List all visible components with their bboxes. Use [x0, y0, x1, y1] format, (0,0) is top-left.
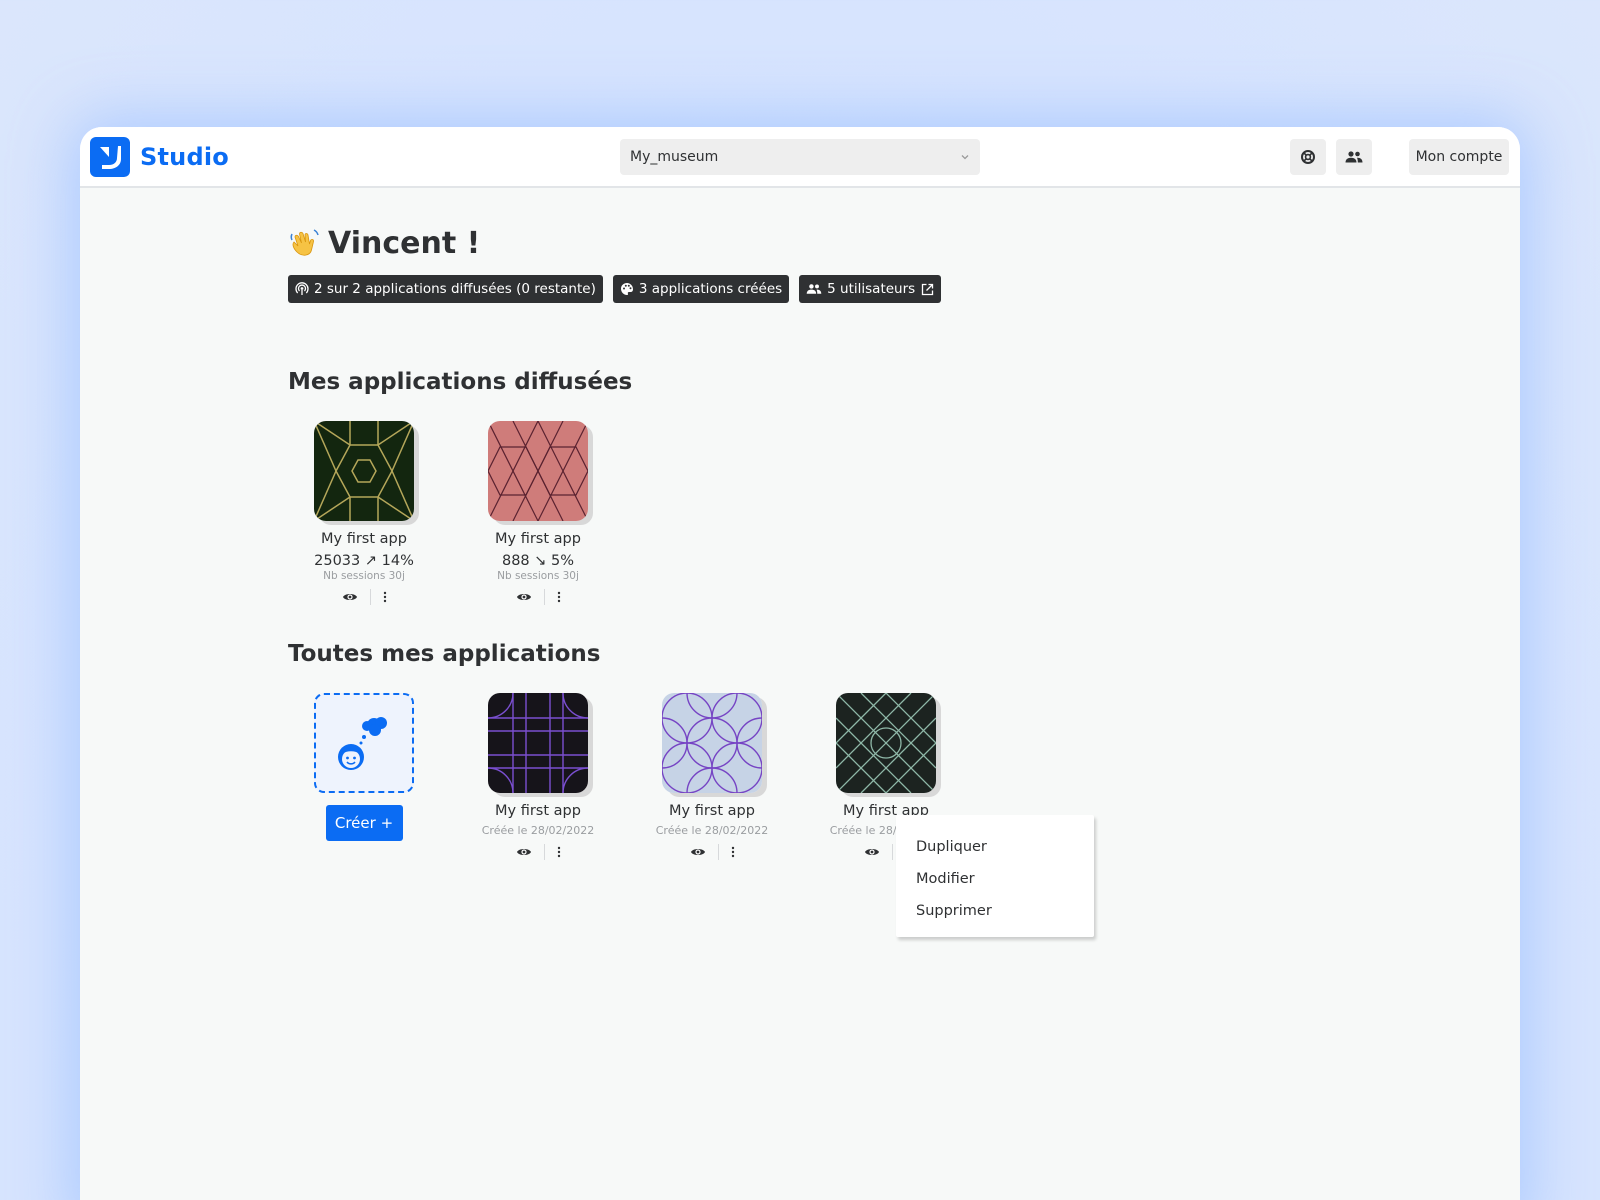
menu-item-delete[interactable]: Supprimer — [896, 895, 1094, 927]
more-options-button[interactable] — [557, 846, 561, 858]
create-app-button[interactable]: Créer + — [325, 805, 403, 841]
broadcast-section-title: Mes applications diffusées — [288, 369, 633, 395]
app-created-date: Créée le 28/02/2022 — [655, 824, 769, 837]
app-sessions-stat: 888 ↘ 5% — [501, 553, 575, 569]
preview-button[interactable] — [342, 591, 358, 603]
preview-button[interactable] — [690, 846, 706, 858]
app-context-menu: Dupliquer Modifier Supprimer — [896, 815, 1094, 937]
app-sessions-label: Nb sessions 30j — [323, 570, 405, 582]
app-sessions-label: Nb sessions 30j — [497, 570, 579, 582]
external-link-icon — [922, 283, 934, 295]
more-options-button[interactable] — [383, 591, 387, 603]
divider — [891, 844, 893, 860]
menu-item-edit[interactable]: Modifier — [896, 863, 1094, 895]
page-title: Vincent ! — [288, 223, 1188, 263]
app-created-date: Créée le 28/02/2022 — [481, 824, 595, 837]
app-name: My first app — [669, 803, 755, 819]
created-badge: 3 applications créées — [612, 275, 790, 303]
app-thumbnail[interactable] — [836, 693, 936, 793]
all-apps-section-title: Toutes mes applications — [288, 641, 601, 667]
broadcast-badge-label: 2 sur 2 applications diffusées (0 restan… — [314, 281, 596, 297]
preview-button[interactable] — [864, 846, 880, 858]
app-actions — [458, 588, 618, 606]
app-name: My first app — [321, 531, 407, 547]
create-app-card[interactable]: Créer + — [284, 693, 444, 841]
main-content: Vincent ! 2 sur 2 applications diffusées… — [288, 223, 1188, 860]
stats-badges: 2 sur 2 applications diffusées (0 restan… — [288, 275, 1188, 303]
users-button[interactable] — [1336, 139, 1372, 175]
app-card[interactable]: My first app Créée le 28/02/2022 — [632, 693, 792, 861]
divider — [543, 589, 545, 605]
divider — [717, 844, 719, 860]
app-thumbnail[interactable] — [488, 421, 588, 521]
project-select-value: My_museum — [630, 149, 719, 165]
account-button[interactable]: Mon compte — [1409, 139, 1509, 175]
project-select[interactable]: My_museum — [620, 139, 980, 175]
app-thumbnail[interactable] — [488, 693, 588, 793]
more-options-button[interactable] — [731, 846, 735, 858]
users-badge-label: 5 utilisateurs — [827, 281, 916, 297]
users-badge[interactable]: 5 utilisateurs — [799, 275, 942, 303]
brand[interactable]: Studio — [90, 137, 229, 177]
palette-icon — [620, 283, 633, 295]
app-name: My first app — [495, 803, 581, 819]
app-name: My first app — [495, 531, 581, 547]
broadcast-badge: 2 sur 2 applications diffusées (0 restan… — [288, 275, 603, 303]
created-badge-label: 3 applications créées — [638, 281, 783, 297]
waving-hand-icon — [290, 229, 319, 256]
help-icon — [1301, 150, 1315, 164]
app-card[interactable]: My first app Créée le 28/02/2022 — [458, 693, 618, 861]
divider — [543, 844, 545, 860]
app-thumbnail[interactable] — [314, 421, 414, 521]
broadcast-app-card[interactable]: My first app 888 ↘ 5% Nb sessions 30j — [458, 421, 618, 606]
more-vertical-icon — [557, 846, 560, 858]
thinking-face-icon — [338, 717, 387, 770]
create-app-placeholder[interactable] — [314, 693, 414, 793]
eye-icon — [516, 594, 531, 600]
users-icon — [806, 284, 822, 294]
app-window: Studio My_museum Mon compte Vincent ! 2 … — [80, 127, 1520, 1200]
app-actions — [284, 588, 444, 606]
studio-logo-icon — [90, 137, 130, 177]
more-options-button[interactable] — [557, 591, 561, 603]
help-button[interactable] — [1290, 139, 1326, 175]
greeting-name: Vincent ! — [328, 225, 481, 261]
menu-item-duplicate[interactable]: Dupliquer — [896, 831, 1094, 863]
users-icon — [1345, 151, 1363, 163]
app-actions — [458, 843, 618, 861]
app-actions — [632, 843, 792, 861]
more-vertical-icon — [731, 846, 734, 858]
app-thumbnail[interactable] — [662, 693, 762, 793]
top-bar: Studio My_museum Mon compte — [80, 127, 1520, 188]
more-vertical-icon — [383, 591, 386, 603]
broadcast-icon — [295, 282, 309, 295]
divider — [369, 589, 371, 605]
eye-icon — [690, 849, 705, 855]
more-vertical-icon — [557, 591, 560, 603]
eye-icon — [342, 594, 357, 600]
chevron-down-icon — [961, 155, 969, 160]
preview-button[interactable] — [516, 591, 532, 603]
preview-button[interactable] — [516, 846, 532, 858]
broadcast-app-card[interactable]: My first app 25033 ↗ 14% Nb sessions 30j — [284, 421, 444, 606]
brand-name: Studio — [140, 143, 229, 171]
eye-icon — [864, 849, 879, 855]
app-sessions-stat: 25033 ↗ 14% — [314, 553, 414, 569]
eye-icon — [516, 849, 531, 855]
